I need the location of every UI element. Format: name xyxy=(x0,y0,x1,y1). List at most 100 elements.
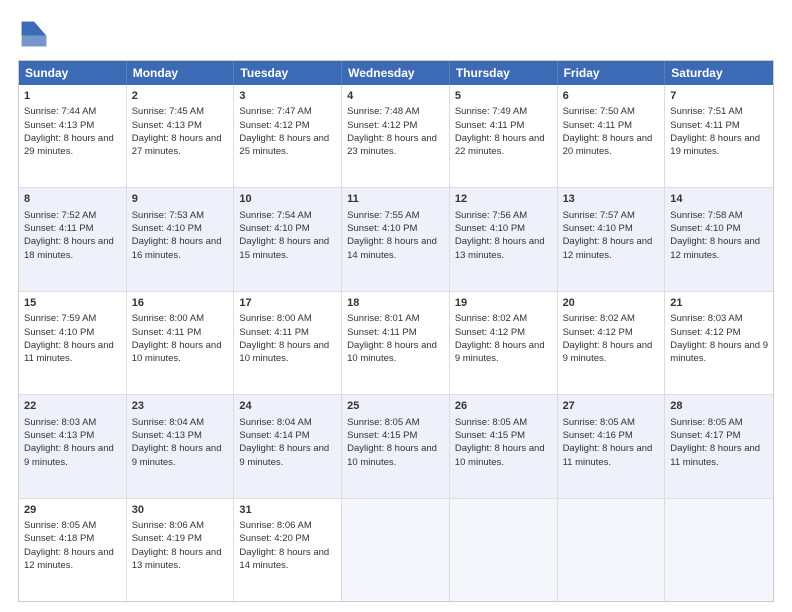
day-number: 15 xyxy=(24,296,121,311)
day-number: 16 xyxy=(132,296,229,311)
sunrise-text: Sunrise: 8:04 AM xyxy=(239,417,311,428)
day-number: 19 xyxy=(455,296,552,311)
sunset-text: Sunset: 4:18 PM xyxy=(24,533,94,544)
sunrise-text: Sunrise: 7:45 AM xyxy=(132,106,204,117)
empty-cell xyxy=(558,499,666,601)
sunrise-text: Sunrise: 7:49 AM xyxy=(455,106,527,117)
day-header-wednesday: Wednesday xyxy=(342,61,450,85)
daylight-text: Daylight: 8 hours and 9 minutes. xyxy=(132,443,222,467)
day-cell-25: 25Sunrise: 8:05 AMSunset: 4:15 PMDayligh… xyxy=(342,395,450,497)
day-cell-31: 31Sunrise: 8:06 AMSunset: 4:20 PMDayligh… xyxy=(234,499,342,601)
day-cell-26: 26Sunrise: 8:05 AMSunset: 4:15 PMDayligh… xyxy=(450,395,558,497)
sunrise-text: Sunrise: 7:53 AM xyxy=(132,210,204,221)
day-number: 25 xyxy=(347,399,444,414)
daylight-text: Daylight: 8 hours and 11 minutes. xyxy=(24,340,114,364)
day-cell-15: 15Sunrise: 7:59 AMSunset: 4:10 PMDayligh… xyxy=(19,292,127,394)
sunset-text: Sunset: 4:12 PM xyxy=(670,327,740,338)
sunset-text: Sunset: 4:10 PM xyxy=(455,223,525,234)
day-header-monday: Monday xyxy=(127,61,235,85)
daylight-text: Daylight: 8 hours and 9 minutes. xyxy=(239,443,329,467)
daylight-text: Daylight: 8 hours and 20 minutes. xyxy=(563,133,653,157)
day-number: 5 xyxy=(455,89,552,104)
daylight-text: Daylight: 8 hours and 9 minutes. xyxy=(563,340,653,364)
daylight-text: Daylight: 8 hours and 9 minutes. xyxy=(24,443,114,467)
day-number: 20 xyxy=(563,296,660,311)
daylight-text: Daylight: 8 hours and 10 minutes. xyxy=(239,340,329,364)
sunrise-text: Sunrise: 8:03 AM xyxy=(24,417,96,428)
calendar-header: SundayMondayTuesdayWednesdayThursdayFrid… xyxy=(19,61,773,85)
sunrise-text: Sunrise: 8:01 AM xyxy=(347,313,419,324)
day-number: 12 xyxy=(455,192,552,207)
daylight-text: Daylight: 8 hours and 11 minutes. xyxy=(563,443,653,467)
daylight-text: Daylight: 8 hours and 23 minutes. xyxy=(347,133,437,157)
daylight-text: Daylight: 8 hours and 15 minutes. xyxy=(239,236,329,260)
daylight-text: Daylight: 8 hours and 13 minutes. xyxy=(455,236,545,260)
daylight-text: Daylight: 8 hours and 9 minutes. xyxy=(455,340,545,364)
day-number: 31 xyxy=(239,503,336,518)
daylight-text: Daylight: 8 hours and 10 minutes. xyxy=(455,443,545,467)
sunset-text: Sunset: 4:13 PM xyxy=(24,430,94,441)
sunrise-text: Sunrise: 8:04 AM xyxy=(132,417,204,428)
day-number: 28 xyxy=(670,399,768,414)
sunset-text: Sunset: 4:10 PM xyxy=(347,223,417,234)
daylight-text: Daylight: 8 hours and 14 minutes. xyxy=(239,547,329,571)
sunrise-text: Sunrise: 7:54 AM xyxy=(239,210,311,221)
day-cell-11: 11Sunrise: 7:55 AMSunset: 4:10 PMDayligh… xyxy=(342,188,450,290)
sunset-text: Sunset: 4:13 PM xyxy=(24,120,94,131)
day-cell-23: 23Sunrise: 8:04 AMSunset: 4:13 PMDayligh… xyxy=(127,395,235,497)
day-cell-19: 19Sunrise: 8:02 AMSunset: 4:12 PMDayligh… xyxy=(450,292,558,394)
sunset-text: Sunset: 4:13 PM xyxy=(132,120,202,131)
day-cell-7: 7Sunrise: 7:51 AMSunset: 4:11 PMDaylight… xyxy=(665,85,773,187)
sunset-text: Sunset: 4:10 PM xyxy=(563,223,633,234)
day-header-tuesday: Tuesday xyxy=(234,61,342,85)
calendar-row-4: 29Sunrise: 8:05 AMSunset: 4:18 PMDayligh… xyxy=(19,498,773,601)
sunset-text: Sunset: 4:14 PM xyxy=(239,430,309,441)
sunset-text: Sunset: 4:17 PM xyxy=(670,430,740,441)
sunset-text: Sunset: 4:13 PM xyxy=(132,430,202,441)
daylight-text: Daylight: 8 hours and 12 minutes. xyxy=(670,236,760,260)
sunrise-text: Sunrise: 7:51 AM xyxy=(670,106,742,117)
day-cell-14: 14Sunrise: 7:58 AMSunset: 4:10 PMDayligh… xyxy=(665,188,773,290)
sunset-text: Sunset: 4:10 PM xyxy=(239,223,309,234)
day-cell-8: 8Sunrise: 7:52 AMSunset: 4:11 PMDaylight… xyxy=(19,188,127,290)
sunset-text: Sunset: 4:12 PM xyxy=(563,327,633,338)
sunset-text: Sunset: 4:16 PM xyxy=(563,430,633,441)
day-cell-30: 30Sunrise: 8:06 AMSunset: 4:19 PMDayligh… xyxy=(127,499,235,601)
empty-cell xyxy=(665,499,773,601)
day-cell-13: 13Sunrise: 7:57 AMSunset: 4:10 PMDayligh… xyxy=(558,188,666,290)
sunset-text: Sunset: 4:11 PM xyxy=(24,223,94,234)
daylight-text: Daylight: 8 hours and 12 minutes. xyxy=(24,547,114,571)
daylight-text: Daylight: 8 hours and 10 minutes. xyxy=(347,443,437,467)
day-header-saturday: Saturday xyxy=(665,61,773,85)
sunrise-text: Sunrise: 7:50 AM xyxy=(563,106,635,117)
sunrise-text: Sunrise: 8:05 AM xyxy=(563,417,635,428)
daylight-text: Daylight: 8 hours and 14 minutes. xyxy=(347,236,437,260)
daylight-text: Daylight: 8 hours and 16 minutes. xyxy=(132,236,222,260)
day-cell-9: 9Sunrise: 7:53 AMSunset: 4:10 PMDaylight… xyxy=(127,188,235,290)
sunrise-text: Sunrise: 8:00 AM xyxy=(239,313,311,324)
day-header-sunday: Sunday xyxy=(19,61,127,85)
day-number: 29 xyxy=(24,503,121,518)
sunrise-text: Sunrise: 7:58 AM xyxy=(670,210,742,221)
sunrise-text: Sunrise: 8:06 AM xyxy=(132,520,204,531)
page: SundayMondayTuesdayWednesdayThursdayFrid… xyxy=(0,0,792,612)
header xyxy=(18,18,774,50)
daylight-text: Daylight: 8 hours and 11 minutes. xyxy=(670,443,760,467)
day-cell-17: 17Sunrise: 8:00 AMSunset: 4:11 PMDayligh… xyxy=(234,292,342,394)
day-number: 22 xyxy=(24,399,121,414)
day-header-thursday: Thursday xyxy=(450,61,558,85)
day-number: 11 xyxy=(347,192,444,207)
sunrise-text: Sunrise: 8:02 AM xyxy=(563,313,635,324)
day-number: 7 xyxy=(670,89,768,104)
sunset-text: Sunset: 4:11 PM xyxy=(132,327,202,338)
day-cell-6: 6Sunrise: 7:50 AMSunset: 4:11 PMDaylight… xyxy=(558,85,666,187)
sunrise-text: Sunrise: 7:52 AM xyxy=(24,210,96,221)
day-header-friday: Friday xyxy=(558,61,666,85)
day-number: 14 xyxy=(670,192,768,207)
daylight-text: Daylight: 8 hours and 27 minutes. xyxy=(132,133,222,157)
sunset-text: Sunset: 4:11 PM xyxy=(239,327,309,338)
day-number: 21 xyxy=(670,296,768,311)
day-number: 10 xyxy=(239,192,336,207)
sunrise-text: Sunrise: 8:06 AM xyxy=(239,520,311,531)
sunrise-text: Sunrise: 8:00 AM xyxy=(132,313,204,324)
